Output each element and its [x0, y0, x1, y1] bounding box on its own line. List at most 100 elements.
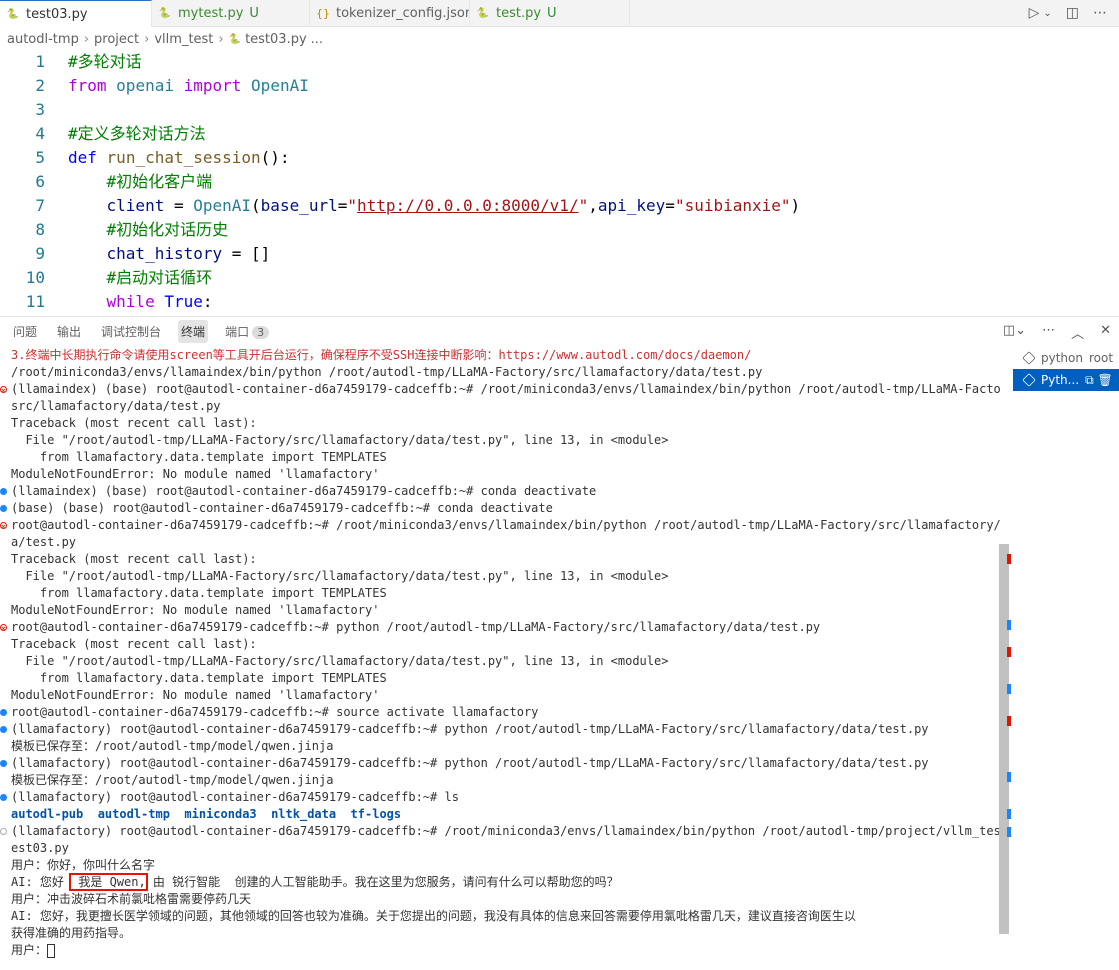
terminal-line: 获得准确的用药指导。 [0, 925, 1000, 942]
scroll-marker [1007, 716, 1011, 726]
command-success-icon[interactable] [0, 726, 7, 733]
panel-tab[interactable]: 问题 [10, 320, 40, 343]
breadcrumb-item[interactable]: ... [311, 32, 323, 47]
breadcrumb-item[interactable]: autodl-tmp [7, 32, 79, 47]
panel-tab[interactable]: 端口 3 [222, 320, 272, 343]
command-error-icon[interactable] [0, 518, 7, 535]
breadcrumb-item[interactable]: test03.py [245, 32, 307, 47]
terminal-text: 用户：你好，你叫什么名字 [11, 858, 156, 872]
scroll-marker [1007, 827, 1011, 837]
terminal-text: root@autodl-container-d6a7459179-cadceff… [11, 705, 539, 719]
terminal-text: ModuleNotFoundError: No module named 'll… [11, 688, 380, 702]
more-actions-icon[interactable]: ⋯ [1093, 5, 1107, 21]
scroll-marker [1007, 772, 1011, 782]
command-success-icon[interactable] [0, 794, 7, 801]
terminal-line: (llamafactory) root@autodl-container-d6a… [0, 721, 1000, 738]
command-error-icon[interactable] [0, 620, 7, 637]
terminal-line: (llamafactory) root@autodl-container-d6a… [0, 789, 1000, 806]
breadcrumb-item[interactable]: project [94, 32, 139, 47]
terminal-text: from llamafactory.data.template import T… [11, 586, 387, 600]
scrollbar-thumb[interactable] [999, 544, 1009, 934]
editor-tab[interactable]: 🐍 test03.py [0, 0, 152, 27]
command-success-icon[interactable] [0, 488, 7, 495]
code-text: def run_chat_session(): [48, 146, 290, 170]
terminal-text: (llamafactory) root@autodl-container-d6a… [11, 824, 1000, 838]
breadcrumb-item[interactable]: vllm_test [154, 32, 213, 47]
chevron-right-icon: › [83, 31, 90, 47]
maximize-panel-icon[interactable]: ︿ [1071, 323, 1084, 342]
terminal-line: ModuleNotFoundError: No module named 'll… [0, 687, 1000, 704]
terminal-line: File "/root/autodl-tmp/LLaMA-Factory/src… [0, 568, 1000, 585]
terminal-line: 模板已保存至：/root/autodl-tmp/model/qwen.jinja [0, 772, 1000, 789]
close-panel-icon[interactable]: ✕ [1100, 323, 1111, 342]
code-token: #定义多轮对话方法 [68, 124, 206, 143]
code-token: " [347, 196, 358, 215]
code-token: OpenAI [193, 196, 252, 215]
panel-tab[interactable]: 调试控制台 [98, 320, 164, 343]
bottom-panel: 问题 输出 调试控制台 终端 端口 3 ◫⌄ ⋯ ︿ ✕ 3.终端中长期执行命令请使用sc… [0, 316, 1119, 970]
line-number: 1 [35, 52, 45, 71]
code-token: client [106, 196, 165, 215]
editor-tab[interactable]: 🐍 test.py U [470, 0, 630, 27]
terminal-list: python root Pyth... ⧉ 🗑 [1013, 347, 1119, 391]
terminal-text: est03.py [11, 841, 69, 855]
code-token: #多轮对话 [68, 52, 142, 71]
code-token: "suibianxie" [674, 196, 791, 215]
python-icon: 🐍 [228, 33, 242, 45]
line-number: 2 [35, 76, 45, 95]
terminal-line: 用户：你好，你叫什么名字 [0, 857, 1000, 874]
code-text: chat_history = [] [48, 242, 271, 266]
editor-actions: ▷ ⌄ ◫ ⋯ [1029, 0, 1119, 26]
editor-tab[interactable]: {} tokenizer_config.json [310, 0, 470, 27]
terminal-line: (llamaindex) (base) root@autodl-containe… [0, 381, 1000, 399]
editor-tab[interactable]: 🐍 mytest.py U [152, 0, 310, 27]
code-line: 6 #初始化客户端 [0, 170, 1119, 194]
panel-actions: ◫⌄ ⋯ ︿ ✕ [1003, 323, 1111, 342]
code-line: 11 while True: [0, 290, 1119, 312]
terminal-text: File "/root/autodl-tmp/LLaMA-Factory/src… [11, 569, 669, 583]
run-dropdown-icon[interactable]: ⌄ [1043, 8, 1051, 19]
terminal-cursor[interactable] [47, 943, 56, 958]
ports-count-badge: 3 [252, 325, 270, 339]
terminal-line: AI: 您好，我更擅长医学领域的问题，其他领域的回答也较为准确。关于您提出的问题… [0, 908, 1000, 925]
terminal-text: 3.终端中长期执行命令请使用screen等工具开后台运行，确保程序不受SSH连接… [11, 348, 752, 362]
line-number: 8 [35, 220, 45, 239]
terminal-line: Traceback (most recent call last): [0, 636, 1000, 653]
terminal-text: ModuleNotFoundError: No module named 'll… [11, 603, 380, 617]
code-token: #启动对话循环 [106, 268, 213, 287]
terminal-output[interactable]: 3.终端中长期执行命令请使用screen等工具开后台运行，确保程序不受SSH连接… [0, 347, 1000, 970]
scroll-marker [1007, 554, 1011, 564]
code-token: #初始化对话历史 [106, 220, 229, 239]
terminal-text: src/llamafactory/data/test.py [11, 399, 221, 413]
terminal-instance[interactable]: Pyth... ⧉ 🗑 [1013, 369, 1119, 391]
run-icon[interactable]: ▷ [1029, 5, 1040, 21]
command-success-icon[interactable] [0, 709, 7, 716]
code-text: while True: [48, 290, 213, 312]
terminal-text: /root/miniconda3/envs/llamaindex/bin/pyt… [11, 365, 763, 379]
command-success-icon[interactable] [0, 505, 7, 512]
split-terminal-icon[interactable]: ◫⌄ [1003, 323, 1026, 342]
panel-tab[interactable]: 输出 [54, 320, 84, 343]
terminal-line: Traceback (most recent call last): [0, 551, 1000, 568]
terminal-text: (llamafactory) root@autodl-container-d6a… [11, 756, 929, 770]
terminal-text: from llamafactory.data.template import T… [11, 671, 387, 685]
terminal-line: root@autodl-container-d6a7459179-cadceff… [0, 619, 1000, 637]
terminal-line: 用户： [0, 942, 1000, 959]
untracked-badge: U [547, 6, 557, 21]
command-success-icon[interactable] [0, 760, 7, 767]
terminal-instance[interactable]: python root [1013, 347, 1119, 369]
split-editor-icon[interactable]: ◫ [1066, 5, 1079, 21]
command-error-icon[interactable] [0, 382, 7, 399]
command-running-icon[interactable] [0, 828, 7, 835]
code-token: from [68, 76, 107, 95]
panel-tab[interactable]: 终端 [178, 319, 209, 343]
terminal-scrollbar[interactable] [997, 544, 1011, 954]
more-icon[interactable]: ⋯ [1042, 323, 1055, 342]
code-editor[interactable]: 1 #多轮对话 2 from openai import OpenAI 3 4 #定义多轮对… [0, 50, 1119, 312]
tab-label: test.py [496, 6, 542, 21]
code-line: 7 client = OpenAI(base_url="http://0.0.0… [0, 194, 1119, 218]
